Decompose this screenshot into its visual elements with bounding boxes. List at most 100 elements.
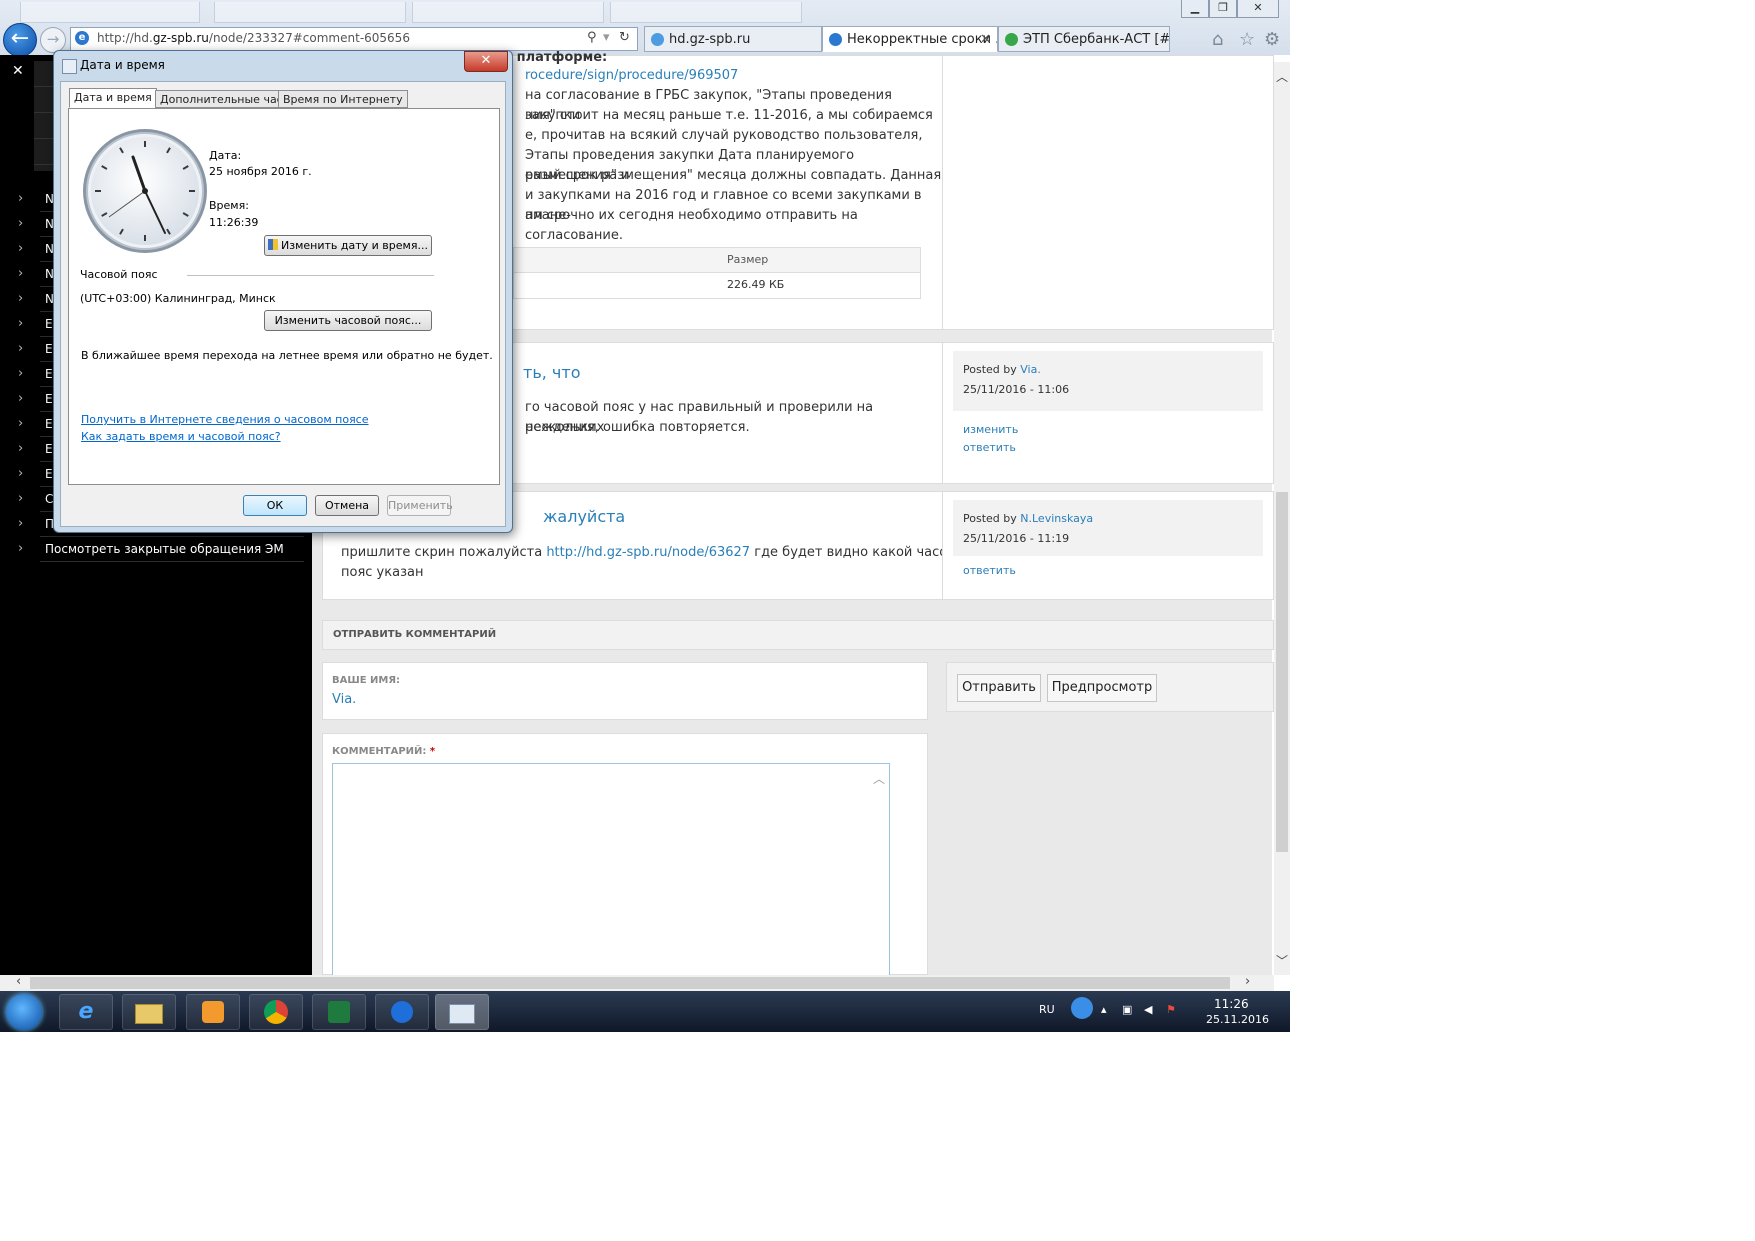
chevron-right-icon: › [18, 491, 24, 506]
name-value: Via. [332, 692, 357, 707]
refresh-icon[interactable]: ↻ [619, 30, 630, 45]
tab-label: Некорректные сроки ... [847, 32, 998, 47]
home-icon[interactable]: ⌂ [1212, 29, 1223, 50]
scroll-down-icon[interactable]: ﹀ [1276, 952, 1288, 969]
post-line: емый срок размещения" месяца должны совп… [525, 168, 942, 183]
divider [187, 275, 434, 276]
chevron-right-icon: › [18, 416, 24, 431]
chrome-taskbar-icon[interactable] [249, 994, 303, 1030]
tab-close-icon[interactable]: ✕ [980, 27, 991, 51]
change-timezone-button[interactable]: Изменить часовой пояс... [264, 310, 432, 331]
preview-button[interactable]: Предпросмотр [1047, 674, 1157, 702]
favorites-star-icon[interactable]: ☆ [1239, 29, 1255, 50]
language-indicator[interactable]: RU [1039, 1003, 1055, 1016]
edit-link[interactable]: изменить [963, 423, 1018, 436]
vertical-scrollbar[interactable]: ︿ ﹀ [1274, 62, 1290, 975]
volume-muted-icon[interactable]: ◀ [1144, 1003, 1152, 1016]
comment-meta-panel: Posted by N.Levinskaya 25/11/2016 - 11:1… [942, 491, 1274, 600]
tab-sberbank-ast[interactable]: ЭТП Сбербанк-АСТ [#F2] [998, 26, 1170, 52]
reply-link[interactable]: ответить [963, 441, 1016, 454]
play-icon [202, 1001, 224, 1023]
scrollbar-thumb[interactable] [1276, 492, 1288, 852]
comment-title[interactable]: жалуйста [543, 507, 625, 527]
scroll-left-icon[interactable]: ‹ [16, 974, 21, 989]
show-hidden-icons-icon[interactable]: ▴ [1101, 1003, 1107, 1016]
scroll-up-icon[interactable]: ︿ [1276, 68, 1288, 85]
chevron-right-icon: › [18, 466, 24, 481]
window-close-button[interactable]: ✕ [1237, 0, 1279, 18]
excel-taskbar-icon[interactable] [312, 994, 366, 1030]
reply-link[interactable]: ответить [963, 564, 1016, 577]
comment-line: пояс указан [341, 565, 424, 580]
clock-time[interactable]: 11:26 [1214, 997, 1249, 1011]
help-link[interactable]: Как задать время и часовой пояс? [81, 430, 281, 443]
background-tab[interactable] [412, 2, 604, 23]
author-link[interactable]: Via. [1020, 363, 1041, 376]
network-icon[interactable]: ▣ [1122, 1003, 1132, 1016]
posted-by-label: Posted by [963, 512, 1017, 525]
name-field-panel: ВАШЕ ИМЯ: Via. [322, 662, 928, 720]
timezone-info-link[interactable]: Получить в Интернете сведения о часовом … [81, 413, 369, 426]
scrollbar-thumb[interactable] [30, 977, 1230, 989]
folder-icon [135, 1004, 163, 1024]
scroll-up-icon[interactable]: ︿ [873, 770, 885, 787]
submit-button[interactable]: Отправить [957, 674, 1041, 702]
search-icon[interactable]: ⚲ [587, 30, 597, 45]
file-size: 226.49 КБ [727, 278, 785, 291]
post-heading: и платформе: [503, 50, 608, 65]
comment-title[interactable]: ть, что [523, 363, 580, 383]
tab-internet-time[interactable]: Время по Интернету [278, 90, 408, 108]
datetime-icon [62, 59, 77, 74]
horizontal-scrollbar[interactable]: ‹ › [0, 974, 1274, 991]
gear-icon[interactable]: ⚙ [1264, 29, 1280, 50]
chevron-right-icon: › [18, 516, 24, 531]
tab-datetime[interactable]: Дата и время [69, 88, 157, 108]
action-center-icon[interactable]: ⚑ [1166, 1003, 1176, 1016]
clock-date[interactable]: 25.11.2016 [1206, 1013, 1269, 1026]
explorer-taskbar-icon[interactable] [122, 994, 176, 1030]
screen: ▁ ❐ ✕ ← → e http://hd.gz-spb.ru/node/233… [0, 0, 1290, 1032]
start-button[interactable] [6, 994, 42, 1030]
background-tab[interactable] [214, 2, 406, 23]
procedure-link[interactable]: rocedure/sign/procedure/969507 [525, 66, 738, 86]
post-sidebar [942, 55, 1274, 330]
cancel-button[interactable]: Отмена [315, 495, 379, 516]
comment-form-header: ОТПРАВИТЬ КОММЕНТАРИЙ [322, 620, 1274, 650]
comment-line: пришлите скрин пожалуйста http://hd.gz-s… [341, 545, 972, 560]
tab-additional-clocks[interactable]: Дополнительные часы [155, 90, 297, 108]
chevron-right-icon: › [18, 441, 24, 456]
tab-incorrect-dates[interactable]: Некорректные сроки ... ✕ [822, 26, 998, 52]
update-icon[interactable] [1071, 997, 1093, 1019]
screenshot-link[interactable]: http://hd.gz-spb.ru/node/63627 [546, 545, 750, 560]
ie-icon [651, 33, 664, 46]
change-datetime-button[interactable]: Изменить дату и время... [264, 235, 432, 256]
background-tab[interactable] [20, 2, 200, 23]
author-link[interactable]: N.Levinskaya [1020, 512, 1093, 525]
chevron-down-icon[interactable]: ▾ [603, 30, 610, 45]
dialog-close-button[interactable]: ✕ [464, 51, 508, 72]
scroll-right-icon[interactable]: › [1245, 974, 1250, 989]
taskbar: e RU ▴ ▣ ◀ ⚑ 11:26 25.11.2016 [0, 991, 1290, 1032]
tab-label: ЭТП Сбербанк-АСТ [#F2] [1023, 32, 1170, 47]
site-icon: e [75, 31, 89, 45]
back-icon[interactable]: ← [3, 23, 37, 57]
dialog-body: Дата и время Дополнительные часы Время п… [60, 81, 506, 527]
minimize-button[interactable]: ▁ [1181, 0, 1209, 18]
restore-button[interactable]: ❐ [1209, 0, 1237, 18]
time-value: 11:26:39 [209, 216, 259, 229]
time-label: Время: [209, 199, 249, 212]
ie-taskbar-icon[interactable]: e [59, 994, 113, 1030]
close-icon[interactable]: ✕ [12, 63, 24, 79]
ok-button[interactable]: ОК [243, 495, 307, 516]
datetime-taskbar-icon[interactable] [435, 994, 489, 1030]
sidebar-item-closed-requests[interactable]: › Посмотреть закрытые обращения ЭМ [0, 537, 312, 562]
comment-textarea[interactable]: ︿ [332, 763, 890, 977]
media-player-taskbar-icon[interactable] [186, 994, 240, 1030]
background-tabs [14, 0, 894, 24]
teamviewer-icon [391, 1001, 413, 1023]
apply-button[interactable]: Применить [387, 495, 453, 516]
tab-hd[interactable]: hd.gz-spb.ru [644, 26, 822, 52]
background-tab[interactable] [610, 2, 802, 23]
teamviewer-taskbar-icon[interactable] [375, 994, 429, 1030]
chevron-right-icon: › [18, 341, 24, 356]
